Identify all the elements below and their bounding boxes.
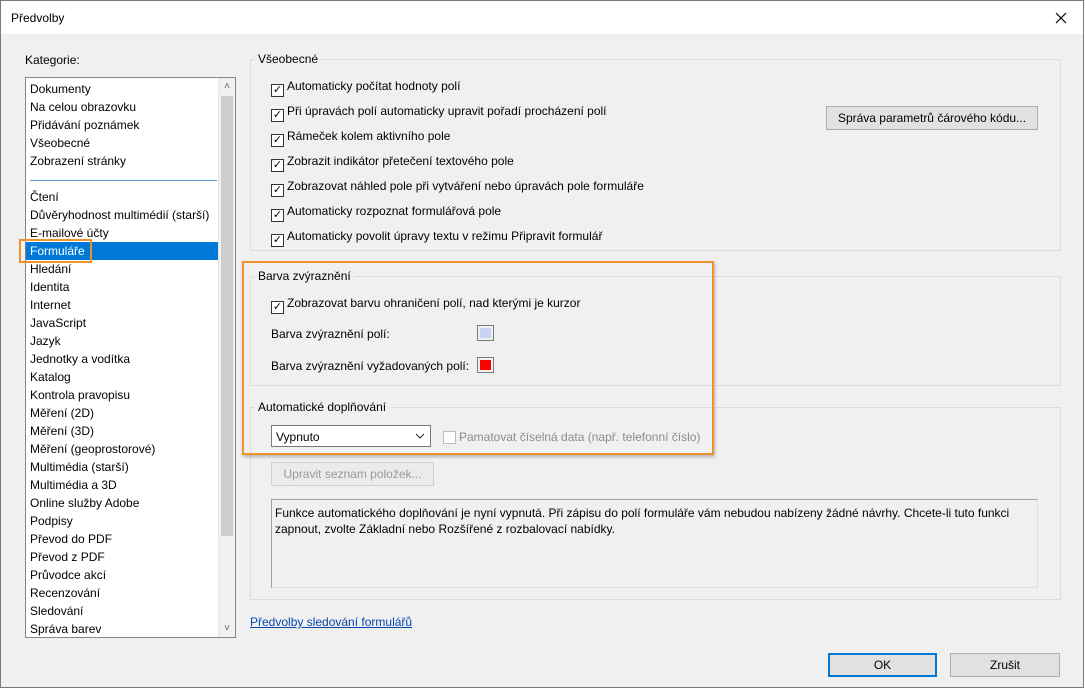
checkbox-label: Zobrazovat barvu ohraničení polí, nad kt… xyxy=(287,296,581,310)
general-group-title: Všeobecné xyxy=(255,52,322,66)
select-value: Vypnuto xyxy=(276,430,320,444)
remember-numeric-checkbox[interactable]: Pamatovat číselná data (např. telefonní … xyxy=(443,429,700,445)
category-item[interactable]: Jazyk xyxy=(26,332,218,350)
highlight-group-title: Barva zvýraznění xyxy=(255,269,354,283)
category-item[interactable]: JavaScript xyxy=(26,314,218,332)
required-color-label: Barva zvýraznění vyžadovaných polí: xyxy=(271,359,470,373)
category-item[interactable]: E-mailové účty xyxy=(26,224,218,242)
edit-items-button[interactable]: Upravit seznam položek... xyxy=(271,462,434,486)
category-item[interactable]: Podpisy xyxy=(26,512,218,530)
category-item[interactable]: Identita xyxy=(26,278,218,296)
category-item[interactable]: Průvodce akcí xyxy=(26,566,218,584)
scroll-thumb[interactable] xyxy=(221,96,233,536)
checkbox-label: Pamatovat číselná data (např. telefonní … xyxy=(459,430,701,444)
category-item[interactable]: Měření (2D) xyxy=(26,404,218,422)
ok-button[interactable]: OK xyxy=(828,653,937,677)
checkbox-label: Rámeček kolem aktivního pole xyxy=(287,129,451,143)
category-item[interactable]: Všeobecné xyxy=(26,134,218,152)
category-item[interactable]: Čtení xyxy=(26,188,218,206)
required-color-fill xyxy=(480,360,491,370)
checkbox-box[interactable]: ✓ xyxy=(271,234,284,247)
category-item[interactable]: Online služby Adobe xyxy=(26,494,218,512)
category-item[interactable]: Na celou obrazovku xyxy=(26,98,218,116)
categories-label: Kategorie: xyxy=(25,53,80,67)
checkbox-box[interactable]: ✓ xyxy=(271,159,284,172)
field-color-fill xyxy=(480,328,491,338)
categories-list[interactable]: Dokumenty Na celou obrazovku Přidávání poz… xyxy=(25,77,236,638)
category-item[interactable]: Přidávání poznámek xyxy=(26,116,218,134)
field-color-label: Barva zvýraznění polí: xyxy=(271,327,390,341)
title-bar: Předvolby xyxy=(1,1,1083,34)
category-item[interactable]: Formuláře xyxy=(26,242,218,260)
category-item[interactable]: Sledování xyxy=(26,602,218,620)
general-option-checkbox[interactable]: ✓ Rámeček kolem aktivního pole xyxy=(271,128,451,147)
checkbox-label: Zobrazit indikátor přetečení textového p… xyxy=(287,154,514,168)
general-option-checkbox[interactable]: ✓ Automaticky počítat hodnoty polí xyxy=(271,78,461,97)
checkbox-box[interactable]: ✓ xyxy=(271,84,284,97)
category-item[interactable]: Multimédia a 3D xyxy=(26,476,218,494)
category-item[interactable]: Hledání xyxy=(26,260,218,278)
general-option-checkbox[interactable]: ✓ Při úpravách polí automaticky upravit p… xyxy=(271,103,607,122)
category-item[interactable]: Internet xyxy=(26,296,218,314)
checkbox-box[interactable]: ✓ xyxy=(271,209,284,222)
cancel-button[interactable]: Zrušit xyxy=(950,653,1060,677)
checkbox-box[interactable]: ✓ xyxy=(271,134,284,147)
chevron-down-icon[interactable] xyxy=(413,429,427,443)
checkbox-label: Automaticky rozpoznat formulářová pole xyxy=(287,204,502,218)
autocomplete-select[interactable]: Vypnuto xyxy=(271,425,431,447)
checkbox-box[interactable]: ✓ xyxy=(271,184,284,197)
categories-scrollbar[interactable]: ˄ ˅ xyxy=(218,78,235,637)
category-item[interactable]: Měření (geoprostorové) xyxy=(26,440,218,458)
general-option-checkbox[interactable]: ✓ Zobrazovat náhled pole při vytváření ne… xyxy=(271,178,644,197)
checkbox-label: Automaticky povolit úpravy textu v režim… xyxy=(287,229,603,243)
category-item[interactable]: Katalog xyxy=(26,368,218,386)
category-item[interactable]: Multimédia (starší) xyxy=(26,458,218,476)
field-color-swatch[interactable] xyxy=(477,325,494,341)
autocomplete-group-title: Automatické doplňování xyxy=(255,400,390,414)
checkbox-box[interactable]: ✓ xyxy=(271,109,284,122)
background-bottom-strip xyxy=(0,688,1085,698)
preferences-dialog: Předvolby Kategorie: Dokumenty Na celou o… xyxy=(0,0,1084,688)
scroll-up-icon[interactable]: ˄ xyxy=(219,78,235,95)
autocomplete-info-text: Funkce automatického doplňování je nyní … xyxy=(271,499,1038,588)
checkbox-label: Při úpravách polí automaticky upravit po… xyxy=(287,104,607,118)
general-option-checkbox[interactable]: ✓ Automaticky rozpoznat formulářová pole xyxy=(271,203,502,222)
general-option-checkbox[interactable]: ✓ Automaticky povolit úpravy textu v reži… xyxy=(271,228,603,247)
general-option-checkbox[interactable]: ✓ Zobrazit indikátor přetečení textového … xyxy=(271,153,514,172)
required-color-swatch[interactable] xyxy=(477,357,494,373)
checkbox-box[interactable]: ✓ xyxy=(271,301,284,314)
categories-separator xyxy=(30,180,217,181)
category-item[interactable]: Důvěryhodnost multimédií (starší) xyxy=(26,206,218,224)
category-item[interactable]: Dokumenty xyxy=(26,80,218,98)
category-item[interactable]: Správa barev xyxy=(26,620,218,637)
category-item[interactable]: Kontrola pravopisu xyxy=(26,386,218,404)
checkbox-label: Zobrazovat náhled pole při vytváření neb… xyxy=(287,179,644,193)
scroll-down-icon[interactable]: ˅ xyxy=(219,620,235,637)
checkbox-box[interactable] xyxy=(443,431,456,444)
category-item[interactable]: Převod z PDF xyxy=(26,548,218,566)
barcode-parameters-button[interactable]: Správa parametrů čárového kódu... xyxy=(826,106,1038,130)
category-item[interactable]: Recenzování xyxy=(26,584,218,602)
category-item[interactable]: Jednotky a vodítka xyxy=(26,350,218,368)
close-icon[interactable] xyxy=(1049,7,1073,29)
checkbox-label: Automaticky počítat hodnoty polí xyxy=(287,79,461,93)
category-item[interactable]: Zobrazení stránky xyxy=(26,152,218,170)
form-tracking-preferences-link[interactable]: Předvolby sledování formulářů xyxy=(250,615,412,629)
show-border-color-checkbox[interactable]: ✓ Zobrazovat barvu ohraničení polí, nad k… xyxy=(271,295,581,314)
category-item[interactable]: Měření (3D) xyxy=(26,422,218,440)
dialog-title: Předvolby xyxy=(11,11,65,25)
category-item[interactable]: Převod do PDF xyxy=(26,530,218,548)
